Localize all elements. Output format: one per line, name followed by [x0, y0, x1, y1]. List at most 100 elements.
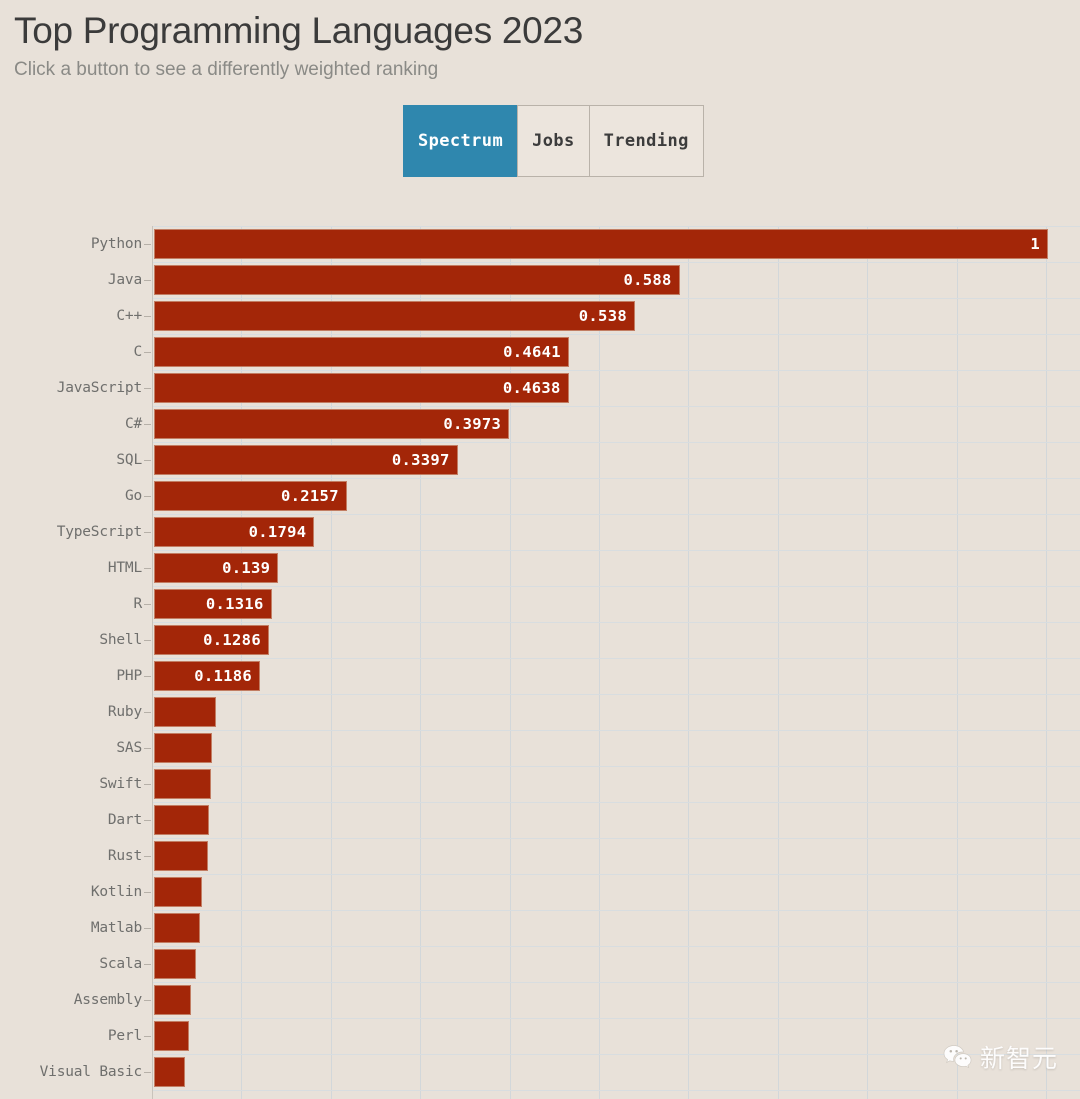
bar[interactable]	[154, 697, 216, 727]
bar-row[interactable]: Kotlin	[0, 874, 1080, 910]
bar-track: 0.1186	[154, 658, 1080, 694]
bar-row[interactable]: Visual Basic	[0, 1054, 1080, 1090]
bar-category-label: R	[133, 596, 142, 612]
bar[interactable]: 0.139	[154, 553, 279, 583]
axis-tick-mark	[144, 747, 151, 749]
bar-category-label: Scala	[99, 956, 142, 972]
bar-chart: Python 1 Java 0.588 C++ 0.538 C 0.4641 JavaScrip…	[0, 226, 1080, 1099]
bar[interactable]	[154, 769, 212, 799]
page-subtitle: Click a button to see a differently weig…	[14, 58, 439, 80]
bar[interactable]: 0.1316	[154, 589, 272, 619]
bar[interactable]: 0.538	[154, 301, 635, 331]
bar[interactable]	[154, 841, 208, 871]
bar-category-label: HTML	[107, 560, 142, 576]
bar-category-label: C++	[116, 308, 142, 324]
bar-value-label: 0.588	[623, 271, 672, 289]
bar-row[interactable]: R 0.1316	[0, 586, 1080, 622]
bar-row[interactable]: Rust	[0, 838, 1080, 874]
bar-value-label: 1	[1030, 235, 1040, 253]
axis-tick-mark	[144, 495, 151, 497]
bar-row[interactable]: Python 1	[0, 226, 1080, 262]
bar-value-label: 0.4638	[502, 379, 561, 397]
bar-row[interactable]: JavaScript 0.4638	[0, 370, 1080, 406]
bar-row[interactable]: Dart	[0, 802, 1080, 838]
axis-tick-mark	[144, 819, 151, 821]
bar-row[interactable]: C# 0.3973	[0, 406, 1080, 442]
bar[interactable]	[154, 805, 210, 835]
bar[interactable]: 0.2157	[154, 481, 347, 511]
bar-category-label: TypeScript	[56, 524, 143, 540]
bar-row[interactable]: SQL 0.3397	[0, 442, 1080, 478]
bar[interactable]	[154, 1057, 186, 1087]
bar-category-label: Kotlin	[90, 884, 142, 900]
bar-row[interactable]: Perl	[0, 1018, 1080, 1054]
axis-tick-mark	[144, 567, 151, 569]
bar-track: 0.2157	[154, 478, 1080, 514]
axis-tick-mark	[144, 279, 151, 281]
bar[interactable]: 0.4641	[154, 337, 569, 367]
bar-category-label: PHP	[116, 668, 142, 684]
bar-track: 0.139	[154, 550, 1080, 586]
bar[interactable]: 0.3397	[154, 445, 458, 475]
bar-track: 0.3973	[154, 406, 1080, 442]
bar[interactable]: 0.588	[154, 265, 680, 295]
bar-value-label: 0.538	[578, 307, 627, 325]
bar[interactable]: 0.1186	[154, 661, 261, 691]
bar-track	[154, 694, 1080, 730]
bar-track	[154, 946, 1080, 982]
bar-category-label: Go	[124, 488, 142, 504]
axis-tick-mark	[144, 387, 151, 389]
bar-row[interactable]: TypeScript 0.1794	[0, 514, 1080, 550]
bar-category-label: SQL	[116, 452, 142, 468]
axis-tick-mark	[144, 351, 151, 353]
bar[interactable]: 0.1286	[154, 625, 269, 655]
bar-row[interactable]: Assembly	[0, 982, 1080, 1018]
bar-track	[154, 766, 1080, 802]
bar-track	[154, 1054, 1080, 1090]
ranking-button-jobs[interactable]: Jobs	[517, 105, 590, 178]
bar-row[interactable]: HTML 0.139	[0, 550, 1080, 586]
axis-tick-mark	[144, 243, 151, 245]
bar-row[interactable]: PHP 0.1186	[0, 658, 1080, 694]
bar-track: 0.588	[154, 262, 1080, 298]
ranking-button-spectrum[interactable]: Spectrum	[403, 105, 519, 178]
ranking-button-trending[interactable]: Trending	[588, 105, 704, 178]
bar[interactable]	[154, 877, 203, 907]
gridline-horizontal	[152, 1090, 1080, 1091]
chart-plot-area: Python 1 Java 0.588 C++ 0.538 C 0.4641 JavaScrip…	[0, 226, 1080, 1099]
axis-tick-mark	[144, 783, 151, 785]
bar-value-label: 0.3973	[443, 415, 502, 433]
bar[interactable]	[154, 913, 200, 943]
bar-category-label: Java	[107, 272, 142, 288]
bar[interactable]	[154, 1021, 189, 1051]
bar[interactable]: 0.4638	[154, 373, 569, 403]
bar[interactable]: 1	[154, 229, 1048, 259]
page-title: Top Programming Languages 2023	[14, 10, 583, 51]
bar[interactable]: 0.3973	[154, 409, 510, 439]
bar-track: 0.1286	[154, 622, 1080, 658]
bar-category-label: Visual Basic	[39, 1064, 143, 1080]
bar-row[interactable]: Matlab	[0, 910, 1080, 946]
bar[interactable]: 0.1794	[154, 517, 315, 547]
bar-track: 0.4641	[154, 334, 1080, 370]
bar-row[interactable]: Scala	[0, 946, 1080, 982]
axis-tick-mark	[144, 855, 151, 857]
bar-row[interactable]: Ruby	[0, 694, 1080, 730]
bar-track: 0.4638	[154, 370, 1080, 406]
bar-row[interactable]: Swift	[0, 766, 1080, 802]
bar[interactable]	[154, 733, 213, 763]
bar-category-label: Dart	[107, 812, 142, 828]
bar-row[interactable]: C++ 0.538	[0, 298, 1080, 334]
bar[interactable]	[154, 949, 197, 979]
axis-tick-mark	[144, 927, 151, 929]
bar-row[interactable]: Go 0.2157	[0, 478, 1080, 514]
bar-row[interactable]: Shell 0.1286	[0, 622, 1080, 658]
bar-row[interactable]: Java 0.588	[0, 262, 1080, 298]
axis-tick-mark	[144, 963, 151, 965]
bar-row[interactable]: C 0.4641	[0, 334, 1080, 370]
bar-category-label: Shell	[99, 632, 142, 648]
bar-value-label: 0.4641	[503, 343, 561, 361]
bar[interactable]	[154, 985, 191, 1015]
bar-row[interactable]: SAS	[0, 730, 1080, 766]
axis-tick-mark	[144, 423, 151, 425]
